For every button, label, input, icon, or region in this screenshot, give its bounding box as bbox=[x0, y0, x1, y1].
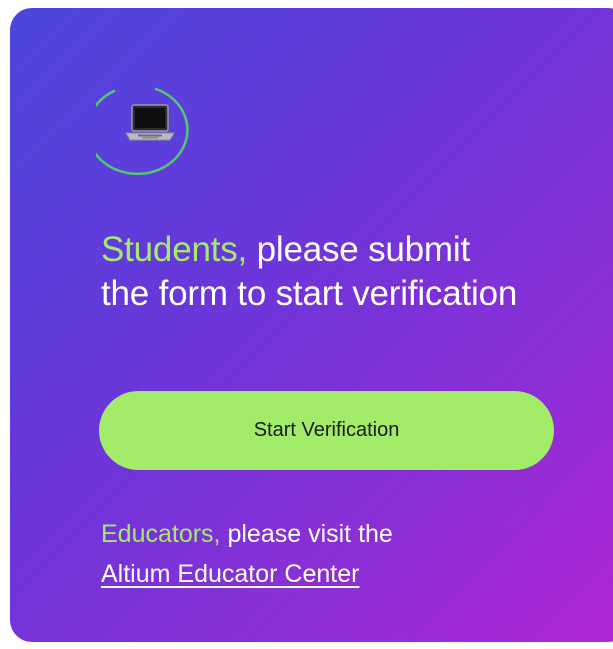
educators-note: Educators, please visit the Altium Educa… bbox=[101, 514, 541, 594]
laptop-badge bbox=[96, 87, 206, 177]
verification-card: Students, please submit the form to star… bbox=[10, 8, 613, 642]
educators-accent: Educators, bbox=[101, 520, 221, 548]
educators-text: please visit the bbox=[220, 520, 393, 548]
start-verification-button[interactable]: Start Verification bbox=[99, 391, 554, 470]
laptop-icon bbox=[125, 104, 175, 141]
headline: Students, please submit the form to star… bbox=[101, 228, 521, 316]
educator-center-link[interactable]: Altium Educator Center bbox=[101, 560, 359, 588]
headline-accent: Students, bbox=[101, 230, 248, 269]
